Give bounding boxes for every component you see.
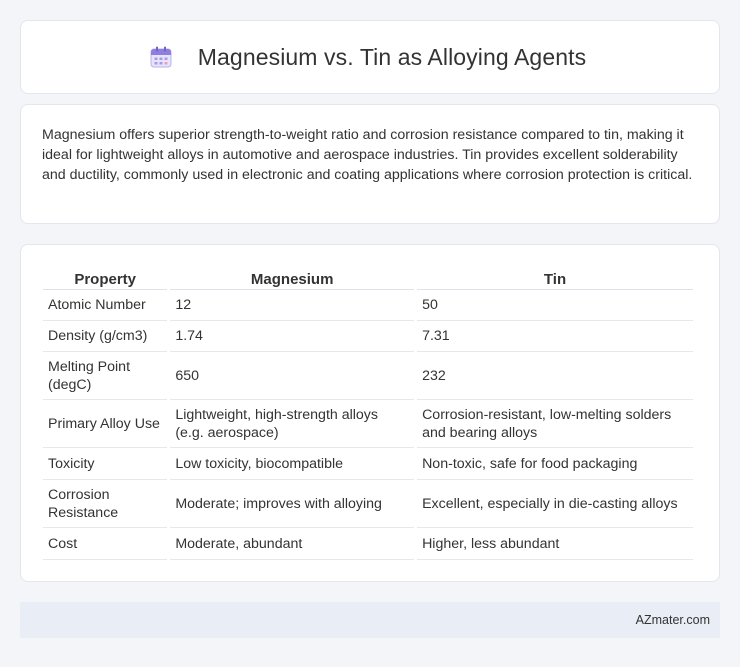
page-title: Magnesium vs. Tin as Alloying Agents: [197, 43, 587, 70]
calendar-icon: [148, 44, 174, 70]
footer-brand: AZmater.com: [635, 613, 710, 627]
tin-cell: Corrosion-resistant, low-melting solders…: [417, 400, 693, 448]
property-cell: Toxicity: [43, 448, 168, 480]
table-row: Density (g/cm3) 1.74 7.31: [43, 321, 693, 352]
magnesium-cell: Low toxicity, biocompatible: [170, 448, 415, 480]
magnesium-cell: 12: [170, 290, 415, 321]
comparison-table: Property Magnesium Tin Atomic Number 12 …: [40, 265, 696, 560]
column-header-magnesium: Magnesium: [170, 265, 415, 290]
table-row: Melting Point (degC) 650 232: [43, 352, 693, 400]
magnesium-cell: 1.74: [170, 321, 415, 352]
magnesium-cell: Moderate; improves with alloying: [170, 480, 415, 528]
property-cell: Density (g/cm3): [43, 321, 168, 352]
tin-cell: 232: [417, 352, 693, 400]
magnesium-cell: Lightweight, high-strength alloys (e.g. …: [170, 400, 415, 448]
column-header-property: Property: [43, 265, 168, 290]
magnesium-cell: 650: [170, 352, 415, 400]
property-cell: Corrosion Resistance: [43, 480, 168, 528]
table-row: Toxicity Low toxicity, biocompatible Non…: [43, 448, 693, 480]
table-row: Cost Moderate, abundant Higher, less abu…: [43, 528, 693, 560]
title-card: Magnesium vs. Tin as Alloying Agents: [20, 20, 720, 94]
table-row: Primary Alloy Use Lightweight, high-stre…: [43, 400, 693, 448]
property-cell: Melting Point (degC): [43, 352, 168, 400]
footer: AZmater.com: [20, 602, 720, 638]
property-cell: Primary Alloy Use: [43, 400, 168, 448]
description-card: Magnesium offers superior strength-to-we…: [20, 104, 720, 224]
tin-cell: 50: [417, 290, 693, 321]
table-row: Atomic Number 12 50: [43, 290, 693, 321]
tin-cell: Higher, less abundant: [417, 528, 693, 560]
comparison-table-card: Property Magnesium Tin Atomic Number 12 …: [20, 244, 720, 582]
magnesium-cell: Moderate, abundant: [170, 528, 415, 560]
description-text: Magnesium offers superior strength-to-we…: [42, 127, 693, 183]
title-row: Magnesium vs. Tin as Alloying Agents: [148, 44, 586, 71]
property-cell: Atomic Number: [43, 290, 168, 321]
tin-cell: 7.31: [417, 321, 693, 352]
column-header-tin: Tin: [417, 265, 693, 290]
tin-cell: Excellent, especially in die-casting all…: [417, 480, 693, 528]
tin-cell: Non-toxic, safe for food packaging: [417, 448, 693, 480]
property-cell: Cost: [43, 528, 168, 560]
table-header-row: Property Magnesium Tin: [43, 265, 693, 290]
table-row: Corrosion Resistance Moderate; improves …: [43, 480, 693, 528]
